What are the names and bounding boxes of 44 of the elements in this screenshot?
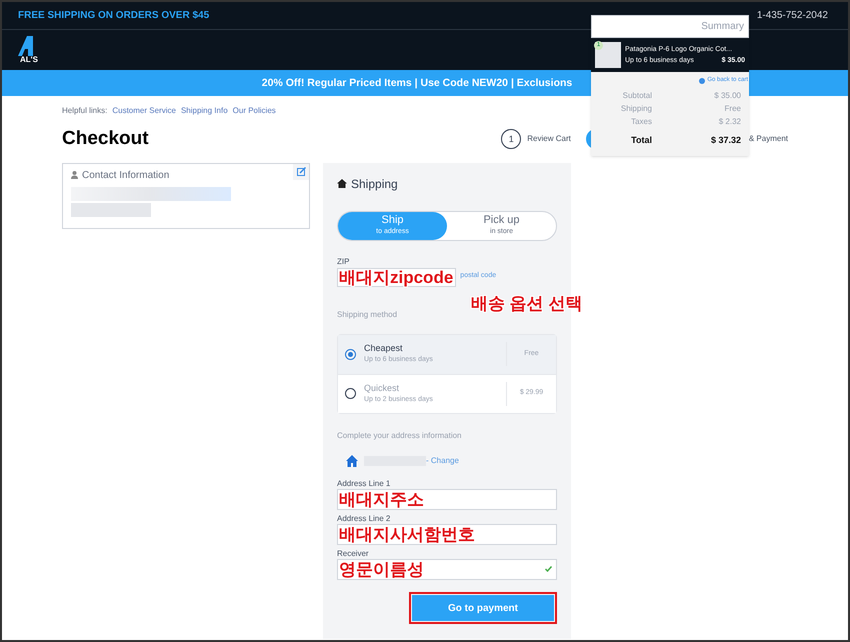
text-field[interactable]: 배대지사서함번호	[337, 524, 557, 544]
check-icon	[545, 566, 552, 572]
free-shipping-text: FREE SHIPPING ON ORDERS OVER $45	[18, 9, 210, 23]
helpful-links-label: Helpful links:	[62, 105, 108, 117]
step-label: & Payment	[748, 133, 788, 146]
radio-button[interactable]	[345, 348, 356, 360]
person-icon	[71, 171, 78, 179]
house-icon	[346, 455, 358, 467]
option-name: Cheapest	[364, 342, 404, 354]
shipping-title: Shipping	[351, 176, 398, 192]
home-icon	[337, 179, 347, 188]
go-to-payment-button[interactable]: Go to payment	[412, 595, 554, 621]
annotation-text: 배송 옵션 선택	[471, 294, 582, 312]
text-field[interactable]: 배대지주소	[337, 488, 557, 510]
field-label: Address Line 1	[337, 478, 392, 488]
logo-text[interactable]: AL'S	[20, 56, 38, 64]
helpful-link[interactable]: Our Policies	[232, 105, 276, 117]
annotation-text: 배대지사서함번호	[339, 526, 475, 542]
summary-value: Free	[724, 103, 741, 115]
phone-number: 1-435-752-2042	[756, 9, 828, 23]
edit-icon	[296, 167, 306, 176]
address-info-label: Complete your address information	[337, 430, 463, 442]
field-label: Address Line 2	[337, 514, 392, 524]
annotation-text: 배대지주소	[339, 490, 424, 508]
summary-value: $ 2.32	[718, 116, 741, 128]
summary-label: Taxes	[630, 116, 653, 128]
radio-button[interactable]	[345, 388, 356, 399]
page-title: Checkout	[62, 127, 149, 151]
shipping-method-label: Shipping method	[337, 310, 398, 318]
text-field[interactable]: 영문이름성	[337, 558, 557, 580]
contact-title: Contact Information	[82, 168, 170, 182]
edit-button[interactable]	[293, 164, 309, 180]
helpful-link[interactable]: Customer Service	[112, 105, 176, 117]
change-link[interactable]: - Change	[426, 455, 459, 467]
summary-title: Summary	[591, 15, 749, 38]
zip-label: ZIP	[337, 256, 350, 268]
summary-label: Total	[630, 134, 653, 147]
helpful-link[interactable]: Shipping Info	[180, 105, 228, 117]
step-label: Review Cart	[527, 133, 571, 146]
summary-label: Shipping	[620, 103, 653, 115]
option-name: Quickest	[364, 382, 400, 394]
field-label: Receiver	[337, 548, 370, 558]
annotation-text: 영문이름성	[339, 560, 424, 578]
summary-value: $ 37.32	[710, 134, 741, 147]
